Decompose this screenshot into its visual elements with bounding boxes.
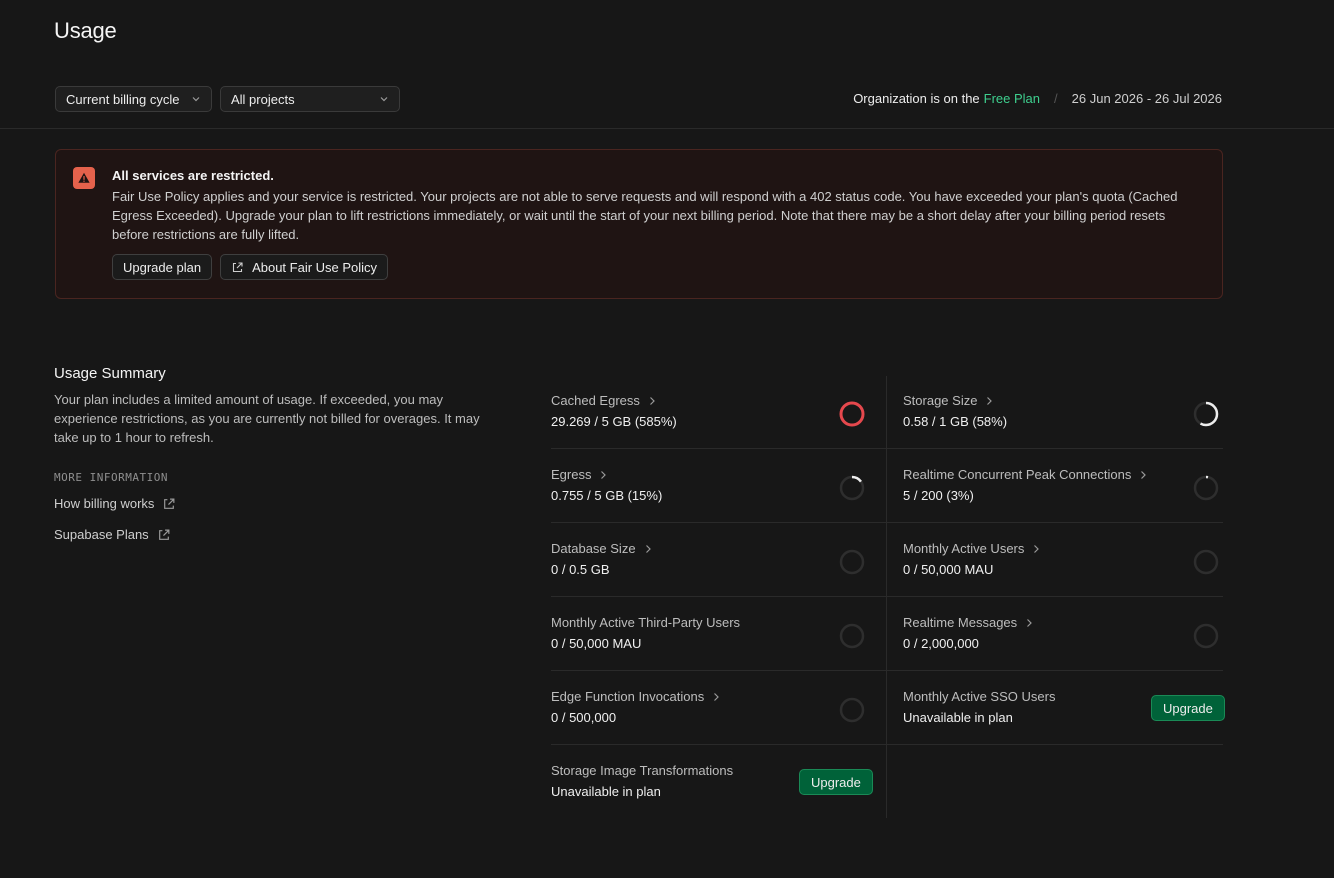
metric-value: 0 / 500,000 — [551, 710, 617, 725]
warning-icon — [73, 167, 95, 189]
metric-label: Monthly Active SSO Users — [903, 689, 1056, 704]
metric-label: Monthly Active Third-Party Users — [551, 615, 741, 630]
external-link-icon — [158, 529, 170, 540]
metric-realtime-peak-connections[interactable]: Realtime Concurrent Peak Connections 5 /… — [903, 450, 1223, 524]
chevron-down-icon — [380, 97, 388, 102]
upgrade-plan-label: Upgrade plan — [123, 259, 202, 275]
metric-value: 0 / 2,000,000 — [903, 636, 979, 651]
metric-value: Unavailable in plan — [551, 784, 661, 799]
alert-actions: Upgrade plan About Fair Use Policy — [112, 254, 389, 280]
chevron-right-icon — [601, 470, 607, 479]
chevron-right-icon — [1141, 470, 1147, 479]
metric-monthly-active-users[interactable]: Monthly Active Users 0 / 50,000 MAU — [903, 524, 1223, 598]
metric-value: 0 / 0.5 GB — [551, 562, 610, 577]
usage-ring-track — [839, 401, 865, 427]
metric-value: 0.58 / 1 GB (58%) — [903, 414, 1008, 429]
metric-value: 29.269 / 5 GB (585%) — [551, 414, 677, 429]
metric-value: 0 / 50,000 MAU — [551, 636, 642, 651]
billing-cycle-select[interactable]: Current billing cycle — [55, 86, 212, 112]
usage-ring — [839, 697, 865, 723]
external-link-icon — [233, 261, 243, 272]
billing-dates: 26 Jun 2026 - 26 Jul 2026 — [1071, 91, 1222, 106]
chevron-right-icon — [645, 544, 651, 553]
usage-ring-track — [1193, 549, 1219, 575]
fair-use-policy-button[interactable]: About Fair Use Policy — [220, 254, 389, 280]
metric-value: 0.755 / 5 GB (15%) — [551, 488, 663, 503]
usage-ring — [839, 401, 865, 427]
projects-label: All projects — [231, 91, 295, 107]
how-billing-works-label: How billing works — [54, 496, 155, 511]
usage-ring-track — [839, 697, 865, 723]
more-information-heading: MORE INFORMATION — [54, 471, 168, 484]
metric-label: Realtime Messages — [903, 615, 1018, 630]
metric-database-size[interactable]: Database Size 0 / 0.5 GB — [551, 524, 871, 598]
metric-label: Storage Size — [903, 393, 978, 408]
usage-summary-title: Usage Summary — [54, 365, 166, 382]
upgrade-button[interactable]: Upgrade — [1151, 695, 1225, 721]
external-link-icon — [164, 498, 175, 509]
metric-label: Database Size — [551, 541, 636, 556]
chevron-right-icon — [649, 396, 655, 405]
chevron-right-icon — [714, 692, 720, 701]
restriction-alert: All services are restricted. Fair Use Po… — [55, 149, 1223, 299]
plan-info: Organization is on the Free Plan / 26 Ju… — [853, 91, 1222, 106]
metric-value: Unavailable in plan — [903, 710, 1013, 725]
usage-ring — [839, 549, 865, 575]
metric-edge-function-invocations[interactable]: Edge Function Invocations 0 / 500,000 — [551, 672, 871, 746]
chevron-right-icon — [1027, 618, 1033, 627]
usage-ring-track — [1193, 623, 1219, 649]
metric-value: 5 / 200 (3%) — [903, 488, 974, 503]
how-billing-works-link[interactable]: How billing works — [54, 496, 176, 511]
page-title: Usage — [54, 18, 117, 43]
usage-ring — [1193, 475, 1219, 501]
upgrade-plan-button[interactable]: Upgrade plan — [112, 254, 213, 280]
filters-bar: Current billing cycle All projects — [55, 86, 400, 112]
metric-label: Egress — [551, 467, 592, 482]
metric-sso-users: Monthly Active SSO Users Unavailable in … — [903, 672, 1225, 746]
supabase-plans-link[interactable]: Supabase Plans — [54, 527, 171, 542]
plan-name-link[interactable]: Free Plan — [984, 91, 1040, 106]
chevron-down-icon — [192, 97, 200, 102]
metric-egress[interactable]: Egress 0.755 / 5 GB (15%) — [551, 450, 871, 524]
billing-cycle-label: Current billing cycle — [66, 91, 180, 107]
usage-ring-track — [839, 549, 865, 575]
usage-ring — [839, 475, 865, 501]
grid-column-divider — [886, 376, 887, 744]
projects-select[interactable]: All projects — [220, 86, 400, 112]
metric-value: 0 / 50,000 MAU — [903, 562, 994, 577]
usage-ring — [839, 623, 865, 649]
supabase-plans-label: Supabase Plans — [54, 527, 149, 542]
usage-ring — [1193, 401, 1219, 427]
usage-summary-description: Your plan includes a limited amount of u… — [54, 392, 480, 445]
chevron-right-icon — [1034, 544, 1040, 553]
metric-label: Edge Function Invocations — [551, 689, 705, 704]
metric-storage-size[interactable]: Storage Size 0.58 / 1 GB (58%) — [903, 376, 1223, 450]
metric-third-party-users[interactable]: Monthly Active Third-Party Users 0 / 50,… — [551, 598, 871, 672]
upgrade-button[interactable]: Upgrade — [799, 769, 873, 795]
usage-ring — [1193, 549, 1219, 575]
metric-label: Cached Egress — [551, 393, 640, 408]
chevron-right-icon — [987, 396, 993, 405]
separator: / — [1054, 91, 1058, 106]
metric-realtime-messages[interactable]: Realtime Messages 0 / 2,000,000 — [903, 598, 1223, 672]
metric-label: Storage Image Transformations — [551, 763, 734, 778]
usage-ring-track — [1193, 475, 1219, 501]
usage-ring — [1193, 623, 1219, 649]
metric-cached-egress[interactable]: Cached Egress 29.269 / 5 GB (585%) — [551, 376, 871, 450]
grid-column-divider — [886, 744, 887, 818]
fair-use-policy-label: About Fair Use Policy — [252, 259, 378, 275]
org-plan-text: Organization is on the — [853, 91, 980, 106]
alert-body: Fair Use Policy applies and your service… — [112, 189, 1178, 242]
alert-title: All services are restricted. — [112, 168, 274, 183]
header-divider — [0, 128, 1334, 129]
metric-label: Monthly Active Users — [903, 541, 1025, 556]
metric-label: Realtime Concurrent Peak Connections — [903, 467, 1132, 482]
usage-ring-track — [839, 623, 865, 649]
metric-image-transformations: Storage Image Transformations Unavailabl… — [551, 746, 873, 820]
